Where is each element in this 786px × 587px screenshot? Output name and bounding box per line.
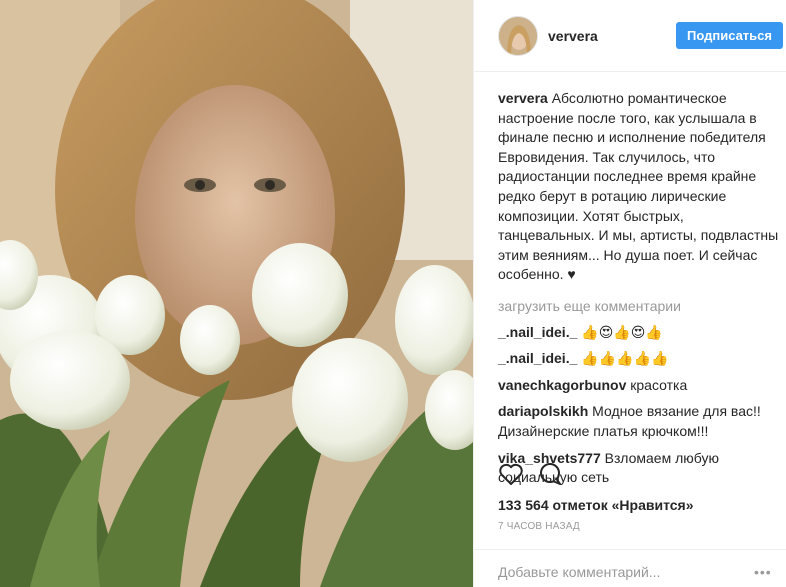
load-more-comments-link[interactable]: загрузить еще комментарии xyxy=(498,297,780,317)
comment-item: _.nail_idei._ 👍👍👍👍👍 xyxy=(498,349,780,369)
heart-icon[interactable] xyxy=(498,462,524,486)
comment-username[interactable]: vanechkagorbunov xyxy=(498,377,626,393)
ellipsis-icon[interactable]: ••• xyxy=(754,564,772,580)
post-photo[interactable] xyxy=(0,0,473,587)
instagram-post: ververa Подписаться ververa Абсолютно ро… xyxy=(0,0,786,587)
post-timestamp[interactable]: 7 ЧАСОВ НАЗАД xyxy=(498,521,580,532)
caption-username[interactable]: ververa xyxy=(498,90,548,106)
comment-text: 👍😍👍😍👍 xyxy=(581,323,663,340)
caption: ververa Абсолютно романтическое настроен… xyxy=(498,89,780,285)
comment-text: красотка xyxy=(630,376,688,393)
comment-input[interactable]: Добавьте комментарий... xyxy=(498,564,660,580)
comment-username[interactable]: _.nail_idei._ xyxy=(498,350,577,366)
photo-illustration xyxy=(0,0,473,587)
avatar[interactable] xyxy=(498,16,538,56)
caption-text: Абсолютно романтическое настроение после… xyxy=(498,90,779,283)
comment-text: 👍👍👍👍👍 xyxy=(581,350,669,367)
comment-item: _.nail_idei._ 👍😍👍😍👍 xyxy=(498,323,780,343)
avatar-image xyxy=(499,17,537,55)
post-sidebar: ververa Подписаться ververa Абсолютно ро… xyxy=(473,0,786,587)
add-comment-bar: Добавьте комментарий... ••• xyxy=(474,549,786,587)
speech-bubble-icon[interactable] xyxy=(538,462,564,486)
likes-count[interactable]: 133 564 отметок «Нравится» xyxy=(498,497,694,513)
post-header: ververa Подписаться xyxy=(474,0,786,72)
author-username[interactable]: ververa xyxy=(548,28,598,44)
post-actions xyxy=(498,462,764,486)
comment-item: vanechkagorbunov красотка xyxy=(498,376,780,396)
comment-username[interactable]: _.nail_idei._ xyxy=(498,324,577,340)
comment-item: dariapolskikh Модное вязание для вас!! Д… xyxy=(498,402,780,441)
follow-button[interactable]: Подписаться xyxy=(676,22,783,49)
comment-username[interactable]: dariapolskikh xyxy=(498,403,588,419)
comments-list: ververa Абсолютно романтическое настроен… xyxy=(498,89,780,495)
